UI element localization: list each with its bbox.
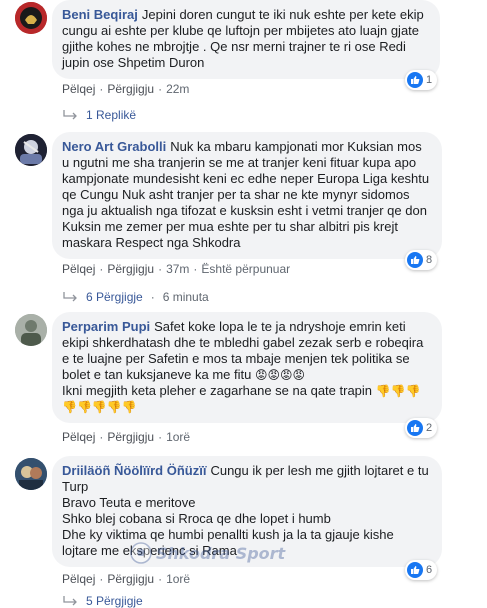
reply-link[interactable]: Përgjigju bbox=[107, 82, 154, 96]
comment-text: Nuk ka mbaru kampjonati mor Kuksian mos … bbox=[62, 139, 430, 250]
replies-time: 6 minuta bbox=[162, 290, 209, 304]
avatar[interactable] bbox=[15, 314, 47, 346]
replies-count[interactable]: 5 Përgjigje bbox=[86, 594, 143, 608]
reaction-count[interactable]: 6 bbox=[405, 560, 438, 580]
like-icon bbox=[407, 420, 423, 436]
separator-dot: · bbox=[158, 262, 163, 276]
comment-bubble: Beni Beqiraj Jepini doren cungut te iki n… bbox=[52, 0, 440, 79]
comment-text-3: Shko blej cobana si Rroca qe dhe lopet i… bbox=[62, 511, 331, 526]
reply-link[interactable]: Përgjigju bbox=[107, 430, 154, 444]
reaction-count[interactable]: 1 bbox=[405, 70, 438, 90]
reaction-count[interactable]: 2 bbox=[405, 418, 438, 438]
comment-actions: Pëlqej · Përgjigju · 1orë bbox=[62, 572, 190, 586]
reply-arrow-icon bbox=[63, 596, 77, 606]
reaction-count[interactable]: 8 bbox=[405, 250, 438, 270]
comment-actions: Pëlqej · Përgjigju · 37m · Është përpunuar bbox=[62, 262, 290, 276]
watermark-text: Shkodra Sport bbox=[156, 543, 286, 563]
comment-text-2: Ikni megjith keta pleher e zagarhane se … bbox=[62, 383, 373, 398]
comment-actions: Pëlqej · Përgjigju · 1orë bbox=[62, 430, 190, 444]
separator-dot: · bbox=[99, 430, 104, 444]
comment-bubble: Nero Art Grabolli Nuk ka mbaru kampjonati… bbox=[52, 132, 442, 259]
comment-author[interactable]: Driiläöñ Ñöölïïrd Öñüzïï bbox=[62, 463, 206, 478]
like-link[interactable]: Pëlqej bbox=[62, 262, 95, 276]
comment-time[interactable]: 1orë bbox=[166, 572, 190, 586]
separator-dot: · bbox=[158, 430, 163, 444]
reaction-number: 6 bbox=[426, 564, 433, 576]
reaction-number: 2 bbox=[426, 422, 433, 434]
separator-dot: · bbox=[99, 82, 104, 96]
angry-emoji-group: 😡😡😡😡 bbox=[254, 368, 306, 382]
separator-dot: · bbox=[99, 262, 104, 276]
separator-dot: · bbox=[150, 290, 155, 304]
comment-actions: Pëlqej · Përgjigju · 22m bbox=[62, 82, 189, 96]
avatar[interactable] bbox=[15, 2, 47, 34]
view-replies[interactable]: 1 Replikë bbox=[62, 108, 136, 122]
football-icon bbox=[130, 542, 152, 564]
like-link[interactable]: Pëlqej bbox=[62, 430, 95, 444]
separator-dot: · bbox=[158, 82, 163, 96]
view-replies[interactable]: 5 Përgjigje bbox=[62, 594, 143, 608]
comment-author[interactable]: Nero Art Grabolli bbox=[62, 139, 166, 154]
reply-arrow-icon bbox=[63, 292, 77, 302]
reaction-number: 8 bbox=[426, 254, 433, 266]
edited-label[interactable]: Është përpunuar bbox=[201, 262, 290, 276]
comment-text-2: Bravo Teuta e meritove bbox=[62, 495, 196, 510]
comment-time[interactable]: 37m bbox=[166, 262, 189, 276]
like-icon bbox=[407, 252, 423, 268]
comment-time[interactable]: 22m bbox=[166, 82, 189, 96]
avatar[interactable] bbox=[15, 458, 47, 490]
avatar-image bbox=[15, 458, 47, 490]
replies-count[interactable]: 6 Përgjigje bbox=[86, 290, 143, 304]
reaction-number: 1 bbox=[426, 74, 433, 86]
avatar-image bbox=[15, 2, 47, 34]
separator-dot: · bbox=[193, 262, 198, 276]
avatar-image bbox=[15, 314, 47, 346]
replies-count[interactable]: 1 Replikë bbox=[86, 108, 136, 122]
like-icon bbox=[407, 72, 423, 88]
reply-link[interactable]: Përgjigju bbox=[107, 262, 154, 276]
reply-link[interactable]: Përgjigju bbox=[107, 572, 154, 586]
comment-time[interactable]: 1orë bbox=[166, 430, 190, 444]
avatar[interactable] bbox=[15, 134, 47, 166]
like-link[interactable]: Pëlqej bbox=[62, 82, 95, 96]
view-replies[interactable]: 6 Përgjigje · 6 minuta bbox=[62, 290, 209, 304]
comment-author[interactable]: Perparim Pupi bbox=[62, 319, 150, 334]
comment-bubble: Perparim Pupi Safet koke lopa le te ja nd… bbox=[52, 312, 442, 423]
avatar-image bbox=[15, 134, 47, 166]
like-link[interactable]: Pëlqej bbox=[62, 572, 95, 586]
reply-arrow-icon bbox=[63, 110, 77, 120]
like-icon bbox=[407, 562, 423, 578]
separator-dot: · bbox=[99, 572, 104, 586]
separator-dot: · bbox=[158, 572, 163, 586]
watermark: Shkodra Sport bbox=[130, 540, 340, 566]
comment-author[interactable]: Beni Beqiraj bbox=[62, 7, 138, 22]
